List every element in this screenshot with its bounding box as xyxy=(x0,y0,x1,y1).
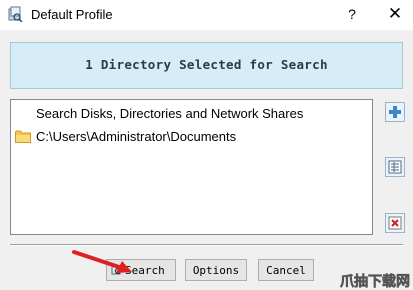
svg-text:爪抽下载网: 爪抽下载网 xyxy=(340,273,410,290)
cancel-button-label: Cancel xyxy=(266,264,306,277)
remove-icon xyxy=(388,216,402,230)
directory-list[interactable]: Search Disks, Directories and Network Sh… xyxy=(10,99,373,235)
folder-icon xyxy=(15,130,31,143)
list-header: Search Disks, Directories and Network Sh… xyxy=(36,106,304,121)
properties-icon xyxy=(388,160,402,174)
separator xyxy=(10,244,403,246)
remove-directory-button[interactable] xyxy=(385,213,405,233)
cancel-button[interactable]: Cancel xyxy=(258,259,314,281)
selection-banner: 1 Directory Selected for Search xyxy=(10,42,403,89)
help-button[interactable]: ? xyxy=(343,4,361,24)
options-button[interactable]: Options xyxy=(185,259,247,281)
list-item-path: C:\Users\Administrator\Documents xyxy=(36,129,237,144)
add-icon xyxy=(389,106,401,118)
app-icon xyxy=(8,6,23,22)
close-button[interactable]: ✕ xyxy=(384,4,406,24)
watermark-logo: 爪抽下载网 xyxy=(340,273,411,290)
directory-properties-button[interactable] xyxy=(385,157,405,177)
annotation-arrow-icon xyxy=(72,250,132,273)
options-button-label: Options xyxy=(192,264,240,277)
banner-text: 1 Directory Selected for Search xyxy=(85,57,328,72)
list-item[interactable]: C:\Users\Administrator\Documents xyxy=(15,128,355,146)
window-title: Default Profile xyxy=(31,7,113,22)
title-bar: Default Profile ? ✕ xyxy=(0,0,413,30)
add-directory-button[interactable] xyxy=(385,102,405,122)
